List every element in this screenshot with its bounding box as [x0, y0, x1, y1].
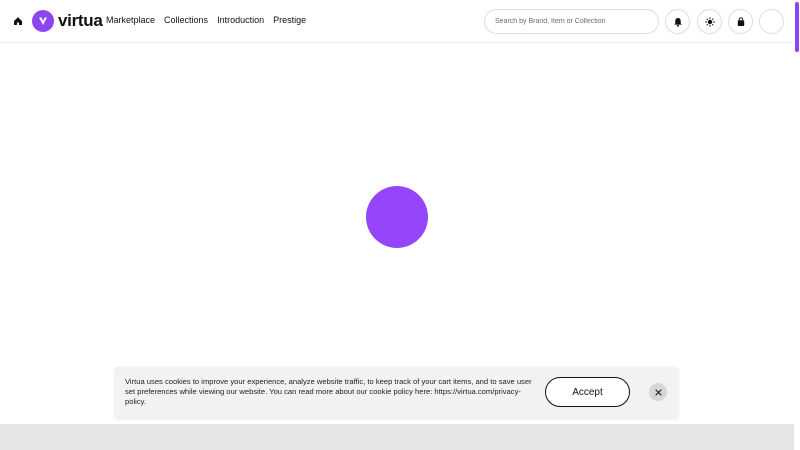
scrollbar-track[interactable] [794, 0, 800, 450]
theme-toggle-button[interactable] [697, 9, 722, 34]
home-icon [14, 17, 22, 25]
main-nav: Marketplace Collections Introduction Pre… [106, 15, 306, 25]
top-navigation-bar: virtua Marketplace Collections Introduct… [0, 0, 794, 43]
avatar[interactable] [759, 9, 784, 34]
search-box [484, 9, 659, 34]
nav-link-introduction[interactable]: Introduction [217, 15, 264, 25]
theme-toggle-icon [704, 16, 715, 27]
virtua-logo[interactable]: virtua [32, 9, 103, 33]
loading-indicator [366, 186, 428, 248]
home-button[interactable] [8, 11, 28, 31]
notifications-button[interactable] [665, 9, 690, 34]
nav-link-collections[interactable]: Collections [164, 15, 208, 25]
nav-link-prestige[interactable]: Prestige [273, 15, 306, 25]
cart-button[interactable] [728, 9, 753, 34]
nav-link-marketplace[interactable]: Marketplace [106, 15, 155, 25]
close-cookie-banner-button[interactable] [649, 383, 667, 401]
bag-icon [737, 16, 744, 26]
bell-icon [673, 17, 682, 27]
close-icon [654, 388, 662, 396]
logo-wordmark: virtua [58, 11, 103, 30]
accept-cookies-button[interactable]: Accept [545, 377, 630, 407]
footer-strip [0, 424, 794, 450]
cookie-consent-banner: Virtua uses cookies to improve your expe… [115, 367, 678, 418]
scrollbar-thumb[interactable] [795, 2, 799, 52]
virtua-logo-mark-icon [32, 10, 54, 32]
search-input[interactable] [485, 10, 658, 33]
cookie-consent-text: Virtua uses cookies to improve your expe… [125, 377, 532, 406]
